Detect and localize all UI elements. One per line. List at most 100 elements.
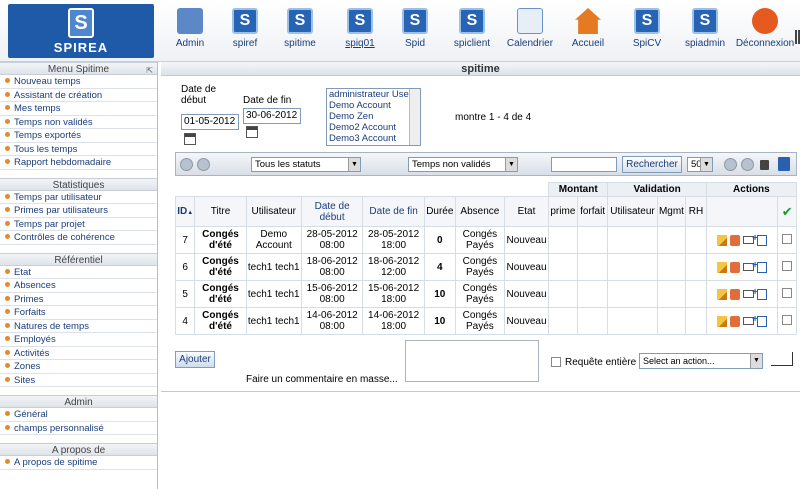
sidebar-item[interactable]: Temps par projet (0, 218, 157, 231)
sidebar-item[interactable]: Temps exportés (0, 129, 157, 143)
nav-scroll-edge-icon[interactable] (795, 30, 800, 44)
edit-icon[interactable] (717, 288, 728, 300)
sidebar-item[interactable]: Nouveau temps (0, 75, 157, 89)
user-option[interactable]: Demo Account (327, 100, 420, 111)
save-icon[interactable] (778, 157, 790, 171)
nav-item-8[interactable]: Accueil (558, 8, 618, 49)
end-date-input[interactable]: 30-06-2012 (243, 108, 301, 124)
sidebar-item[interactable]: Natures de temps (0, 320, 157, 333)
sidebar-item[interactable]: Zones (0, 360, 157, 374)
start-calendar-icon[interactable] (184, 133, 196, 145)
column-header[interactable]: Titre (194, 196, 247, 227)
user-listbox[interactable]: administrateur User Demo Account Demo Zen D… (326, 88, 421, 146)
search-button[interactable]: Rechercher (622, 156, 682, 173)
row-checkbox[interactable] (782, 314, 793, 325)
row-checkbox[interactable] (782, 287, 793, 298)
row-checkbox[interactable] (782, 260, 793, 271)
last-page-icon[interactable] (741, 158, 754, 171)
sidebar-item[interactable]: Absences (0, 279, 157, 293)
first-page-icon[interactable] (180, 158, 193, 171)
user-option[interactable]: administrateur User (327, 89, 420, 100)
table-row[interactable]: 7 Congés d'été Demo Account 28-05-2012 08:0… (174, 226, 797, 254)
nav-item-2[interactable]: spiref (215, 8, 275, 49)
nav-item-6[interactable]: spiclient (442, 8, 502, 49)
edit-icon[interactable] (717, 261, 728, 273)
duplicate-icon[interactable] (730, 288, 741, 300)
column-header[interactable]: Utilisateur (245, 196, 302, 227)
sidebar-item[interactable]: Primes (0, 293, 157, 306)
duplicate-icon[interactable] (730, 261, 741, 273)
page-size-select[interactable]: 50 ▼ (687, 157, 713, 172)
column-header[interactable]: ID▲ (174, 196, 196, 227)
column-header[interactable]: forfait (576, 196, 609, 227)
end-calendar-icon[interactable] (246, 126, 258, 138)
add-document-icon[interactable] (752, 314, 768, 327)
add-document-icon[interactable] (752, 287, 768, 300)
user-option[interactable]: Demo Zen (327, 111, 420, 122)
duplicate-icon[interactable] (730, 315, 741, 327)
check-all-icon[interactable]: ✔ (782, 204, 793, 219)
edit-icon[interactable] (717, 315, 728, 327)
collapse-sidebar-icon[interactable]: ⇱ (146, 64, 153, 77)
column-header[interactable]: Mgmt (656, 196, 687, 227)
column-header[interactable]: Utilisateur (607, 196, 658, 227)
user-option[interactable]: Demo3 Account (327, 133, 420, 144)
nav-item-1[interactable]: Admin (160, 8, 220, 49)
table-row[interactable]: 6 Congés d'été tech1 tech1 18-06-2012 08:00… (174, 253, 797, 281)
sidebar-item[interactable]: Tous les temps (0, 143, 157, 156)
sidebar-item[interactable]: Mes temps (0, 102, 157, 116)
nav-item-11[interactable]: Déconnexion (735, 8, 795, 49)
export-icon[interactable] (760, 160, 769, 170)
mass-comment-textarea[interactable] (405, 340, 539, 382)
column-header[interactable]: Durée (423, 196, 456, 227)
add-document-icon[interactable] (752, 260, 768, 273)
cell-empty (576, 226, 609, 254)
duplicate-icon[interactable] (730, 234, 741, 246)
column-header[interactable]: prime (548, 196, 578, 227)
nav-item-5[interactable]: Spid (385, 8, 445, 49)
nav-item-4[interactable]: spiq01 (330, 8, 390, 49)
sidebar-item[interactable]: Temps par utilisateur (0, 191, 157, 204)
search-input[interactable] (551, 157, 617, 172)
edit-icon[interactable] (717, 234, 728, 246)
apply-action-arrow-icon[interactable] (771, 352, 793, 366)
table-row[interactable]: 4 Congés d'été tech1 tech1 14-06-2012 08:00… (174, 307, 797, 335)
start-date-input[interactable]: 01-05-2012 (181, 114, 239, 130)
prev-page-icon[interactable] (197, 158, 210, 171)
sidebar-item[interactable]: Employés (0, 333, 157, 347)
sidebar-item[interactable]: Sites (0, 374, 157, 387)
whole-request-checkbox[interactable] (551, 357, 561, 367)
user-option[interactable]: Demo2 Account (327, 122, 420, 133)
type-select[interactable]: Temps non validés ▼ (408, 157, 518, 172)
sidebar-item[interactable]: Etat (0, 266, 157, 279)
sidebar-item[interactable]: Contrôles de cohérence (0, 231, 157, 245)
column-header[interactable]: Date de début (300, 196, 364, 227)
spirea-logo[interactable]: S SPIREA (8, 4, 154, 58)
column-header[interactable]: Etat (503, 196, 550, 227)
sidebar-item[interactable]: Primes par utilisateurs (0, 204, 157, 218)
table-row[interactable]: 5 Congés d'été tech1 tech1 15-06-2012 08:00… (174, 280, 797, 308)
add-document-icon[interactable] (752, 233, 768, 246)
column-header[interactable]: RH (685, 196, 707, 227)
nav-item-3[interactable]: spitime (270, 8, 330, 49)
column-header[interactable]: Date de fin (362, 196, 425, 227)
listbox-scrollbar[interactable] (409, 89, 420, 145)
status-select[interactable]: Tous les statuts ▼ (251, 157, 361, 172)
select-all-header[interactable]: ✔ (777, 196, 797, 227)
row-checkbox[interactable] (782, 233, 793, 244)
sidebar-item[interactable]: champs personnalisé (0, 422, 157, 435)
column-header[interactable]: Absence (454, 196, 505, 227)
sidebar-item[interactable]: Forfaits (0, 306, 157, 320)
next-page-icon[interactable] (724, 158, 737, 171)
sidebar-item[interactable]: Assistant de création (0, 89, 157, 102)
nav-item-9[interactable]: SpiCV (617, 8, 677, 49)
nav-item-10[interactable]: spiadmin (675, 8, 735, 49)
sidebar-item[interactable]: Général (0, 408, 157, 422)
sidebar-item[interactable]: Rapport hebdomadaire (0, 156, 157, 170)
action-select[interactable]: Select an action... ▼ (639, 353, 763, 369)
sidebar-item[interactable]: Temps non validés (0, 116, 157, 129)
nav-item-7[interactable]: Calendrier (500, 8, 560, 49)
sidebar-item[interactable]: Activités (0, 347, 157, 360)
add-button[interactable]: Ajouter (175, 351, 215, 368)
sidebar-item[interactable]: A propos de spitime (0, 456, 157, 470)
